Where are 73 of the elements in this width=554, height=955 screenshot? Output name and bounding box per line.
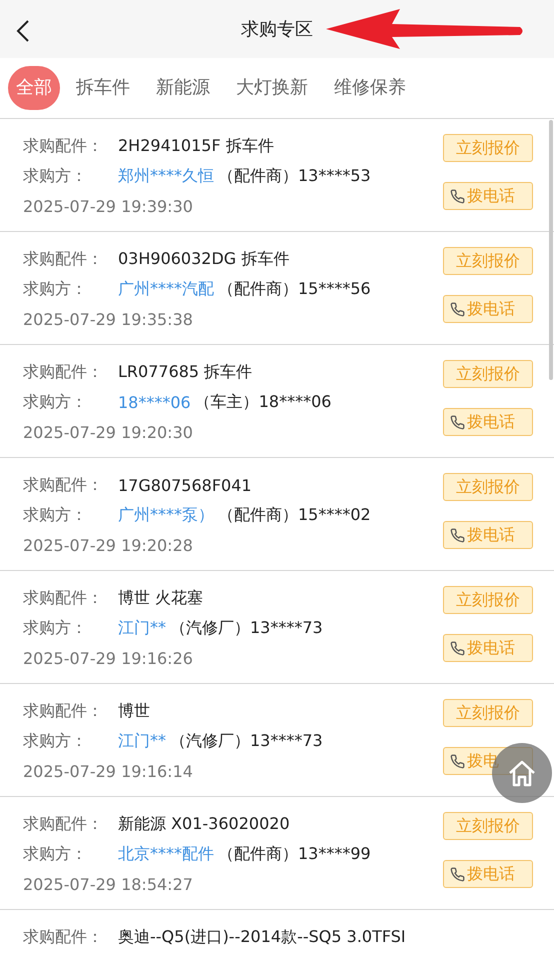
buyer-info: （配件商）13****99 xyxy=(218,844,371,864)
quote-button[interactable]: 立刻报价 xyxy=(443,586,533,614)
category-tab[interactable]: 维修保养 xyxy=(326,66,414,110)
call-button[interactable]: 拨电话 xyxy=(443,295,533,323)
part-name: 奥迪--Q5(进口)--2014款--SQ5 3.0TFSI xyxy=(118,926,406,948)
category-tab[interactable]: 拆车件 xyxy=(68,66,138,110)
buyer-info: （车主）18****06 xyxy=(194,392,332,412)
part-name: 17G807568F041 xyxy=(118,476,252,494)
call-button[interactable]: 拨电话 xyxy=(443,634,533,662)
phone-icon xyxy=(450,866,465,882)
buyer-info: （配件商）15****56 xyxy=(218,278,371,300)
phone-icon xyxy=(450,640,465,656)
phone-icon xyxy=(450,188,465,204)
call-button[interactable]: 拨电话 xyxy=(443,182,533,210)
buyer-label: 求购方： xyxy=(23,278,88,300)
buyer-label: 求购方： xyxy=(23,618,88,638)
buyer-label: 求购方： xyxy=(23,504,88,526)
category-tab[interactable]: 新能源 xyxy=(148,66,218,110)
phone-icon xyxy=(450,414,465,430)
buyer-link[interactable]: 北京****配件 xyxy=(118,844,214,864)
buyer-link[interactable]: 广州****泵） xyxy=(118,504,214,526)
part-name: 博世 xyxy=(118,700,150,722)
part-label: 求购配件： xyxy=(23,926,104,948)
buyer-link[interactable]: 江门** xyxy=(118,730,166,752)
quote-button[interactable]: 立刻报价 xyxy=(443,699,533,727)
part-name: LR077685 拆车件 xyxy=(118,362,252,382)
buyer-label: 求购方： xyxy=(23,844,88,864)
buyer-label: 求购方： xyxy=(23,730,88,752)
phone-icon xyxy=(450,528,465,542)
buyer-info: （汽修厂）13****73 xyxy=(170,730,323,752)
part-label: 求购配件： xyxy=(23,700,104,722)
request-time: 2025-07-29 19:39:30 xyxy=(23,196,193,216)
request-time: 2025-07-29 19:16:14 xyxy=(23,762,193,780)
part-name: 新能源 X01-36020020 xyxy=(118,814,290,834)
category-tab[interactable]: 全部 xyxy=(8,66,60,110)
part-label: 求购配件： xyxy=(23,136,104,156)
call-button[interactable]: 拨电话 xyxy=(443,521,533,549)
request-time: 2025-07-29 19:20:30 xyxy=(23,422,193,442)
phone-icon xyxy=(450,754,465,768)
part-label: 求购配件： xyxy=(23,588,104,608)
buyer-link[interactable]: 江门** xyxy=(118,618,166,638)
request-time: 2025-07-29 19:20:28 xyxy=(23,536,193,554)
quote-button[interactable]: 立刻报价 xyxy=(443,134,533,162)
annotation-arrow-icon xyxy=(326,9,524,49)
buyer-link[interactable]: 郑州****久恒 xyxy=(118,166,214,186)
buyer-label: 求购方： xyxy=(23,166,88,186)
part-name: 2H2941015F 拆车件 xyxy=(118,136,274,156)
buyer-link[interactable]: 广州****汽配 xyxy=(118,278,214,300)
quote-button[interactable]: 立刻报价 xyxy=(443,812,533,840)
request-time: 2025-07-29 19:16:26 xyxy=(23,648,193,668)
call-button[interactable]: 拨电话 xyxy=(443,408,533,436)
phone-icon xyxy=(450,302,465,316)
home-icon xyxy=(507,759,537,787)
quote-button[interactable]: 立刻报价 xyxy=(443,473,533,501)
buyer-label: 求购方： xyxy=(23,392,88,412)
request-time: 2025-07-29 18:54:27 xyxy=(23,874,193,894)
quote-button[interactable]: 立刻报价 xyxy=(443,247,533,275)
part-label: 求购配件： xyxy=(23,248,104,270)
buyer-link[interactable]: 18****06 xyxy=(118,392,191,412)
part-label: 求购配件： xyxy=(23,362,104,382)
page-title: 求购专区 xyxy=(241,18,313,41)
call-button[interactable]: 拨电话 xyxy=(443,860,533,888)
request-time: 2025-07-29 19:35:38 xyxy=(23,310,193,328)
buyer-info: （配件商）13****53 xyxy=(218,166,371,186)
category-tab[interactable]: 大灯换新 xyxy=(228,66,316,110)
part-label: 求购配件： xyxy=(23,814,104,834)
part-name: 03H906032DG 拆车件 xyxy=(118,248,290,270)
buyer-info: （汽修厂）13****73 xyxy=(170,618,323,638)
part-label: 求购配件： xyxy=(23,474,104,496)
quote-button[interactable]: 立刻报价 xyxy=(443,360,533,388)
part-name: 博世 火花塞 xyxy=(118,588,204,608)
buyer-info: （配件商）15****02 xyxy=(218,504,371,526)
back-icon[interactable] xyxy=(16,19,30,43)
